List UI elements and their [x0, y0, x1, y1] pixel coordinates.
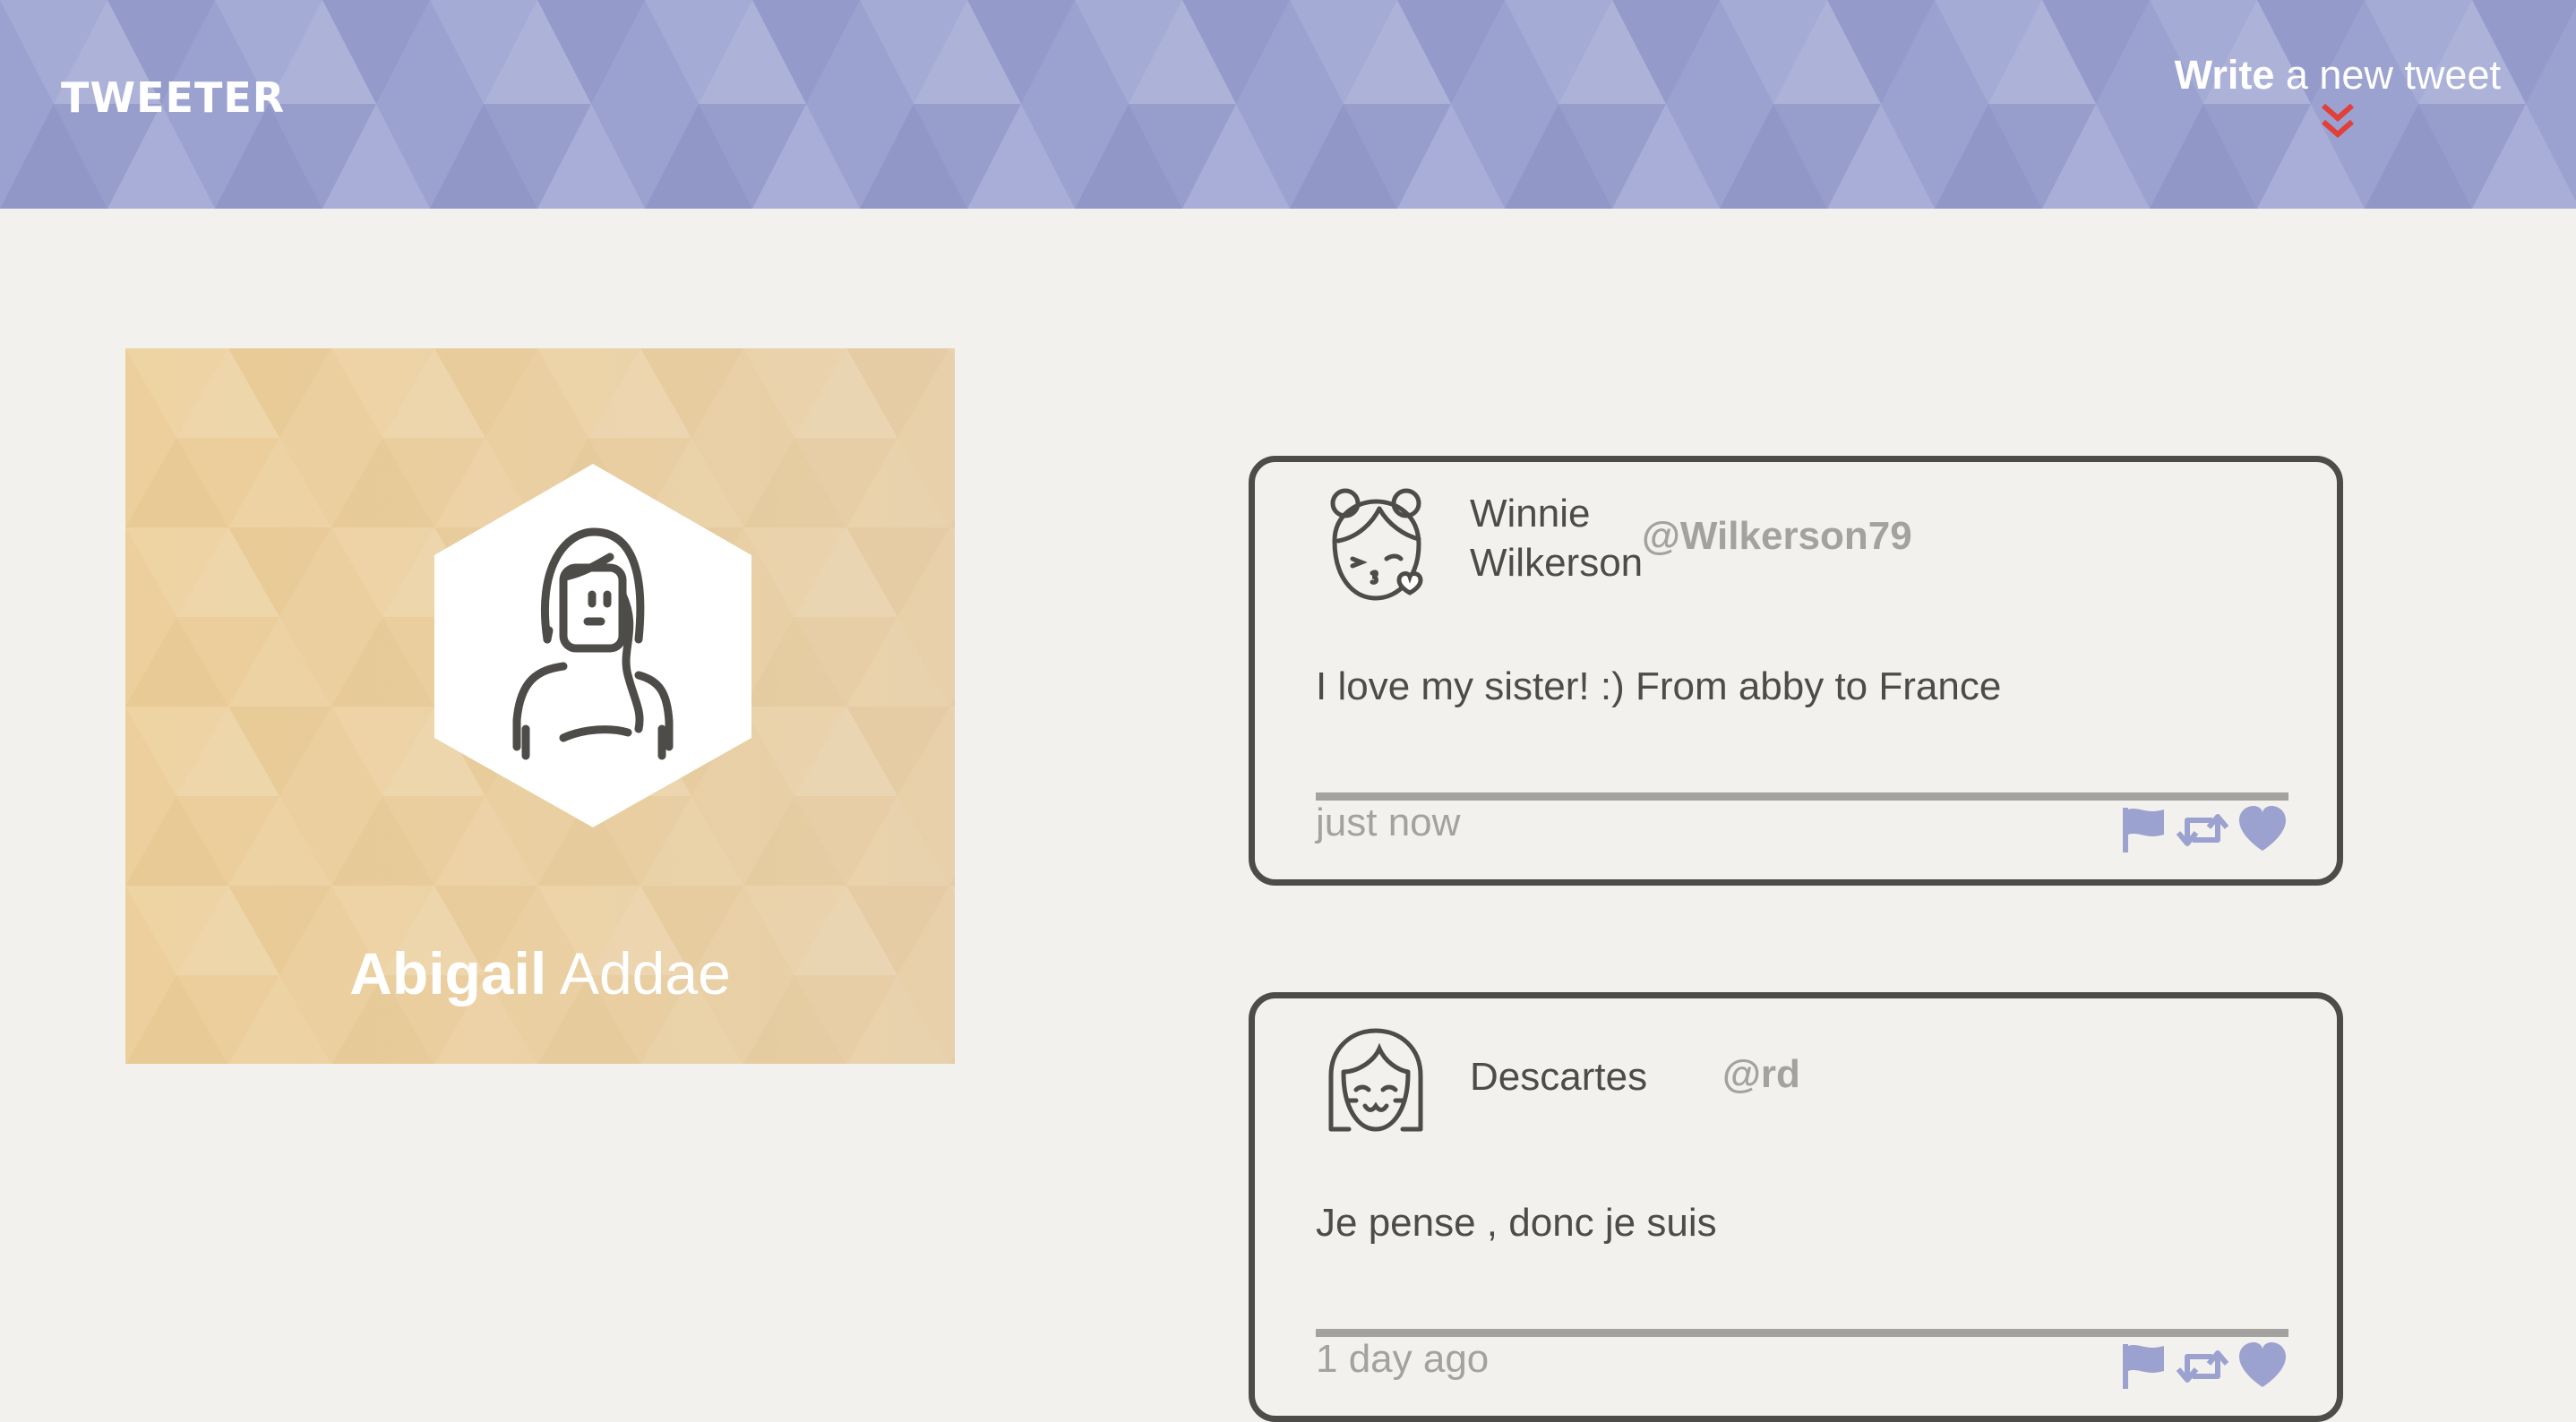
retweet-icon[interactable]: [2176, 1342, 2229, 1395]
heart-icon[interactable]: [2237, 1342, 2288, 1395]
tweet-divider: [1316, 1329, 2288, 1337]
girl-kissing-avatar-icon: [1330, 488, 1423, 601]
tweet-divider: [1316, 792, 2288, 801]
write-new-tweet-button[interactable]: Write a new tweet: [2175, 52, 2501, 141]
compose-label-strong: Write: [2174, 52, 2275, 98]
retweet-icon[interactable]: [2176, 806, 2229, 859]
tweet-text: I love my sister! :) From abby to France: [1316, 664, 2002, 708]
double-chevron-down-icon: [2321, 103, 2354, 138]
author-name-line-1: Descartes: [1470, 1055, 1648, 1099]
brand-logo[interactable]: TWEETER: [61, 73, 285, 122]
tweet-actions: [2119, 1342, 2288, 1395]
tweet-card: Descartes @rd Je pense , donc je suis 1 …: [1249, 992, 2343, 1422]
profile-name: Abigail Addae: [125, 939, 955, 1007]
flag-icon[interactable]: [2119, 806, 2168, 859]
flag-icon[interactable]: [2119, 1342, 2168, 1395]
tweet-timestamp: just now: [1316, 801, 1461, 844]
profile-card: Abigail Addae: [125, 348, 955, 1064]
author-name-line-2: Wilkerson: [1470, 541, 1644, 585]
profile-first-name: Abigail: [349, 940, 547, 1007]
heart-icon[interactable]: [2237, 806, 2288, 859]
tweet-text: Je pense , donc je suis: [1316, 1201, 1717, 1245]
tweet-timestamp: 1 day ago: [1316, 1337, 1490, 1381]
top-navbar: TWEETER Write a new tweet: [0, 0, 2576, 209]
tweet-author-name: Descartes: [1470, 1052, 1647, 1101]
profile-last-name: Addae: [546, 940, 731, 1007]
tweet-actions: [2119, 806, 2288, 859]
smiling-girl-avatar-icon: [1328, 1028, 1423, 1132]
tweet-card: Winnie Wilkerson @Wilkerson79 I love my …: [1249, 456, 2343, 886]
tweet-author-name: Winnie Wilkerson: [1470, 489, 1643, 587]
woman-avatar-icon: [434, 464, 751, 827]
tweet-author-handle[interactable]: @Wilkerson79: [1642, 514, 1912, 559]
compose-label-rest: a new tweet: [2274, 52, 2501, 98]
author-name-line-1: Winnie: [1470, 492, 1591, 535]
tweet-author-handle[interactable]: @rd: [1722, 1052, 1800, 1097]
